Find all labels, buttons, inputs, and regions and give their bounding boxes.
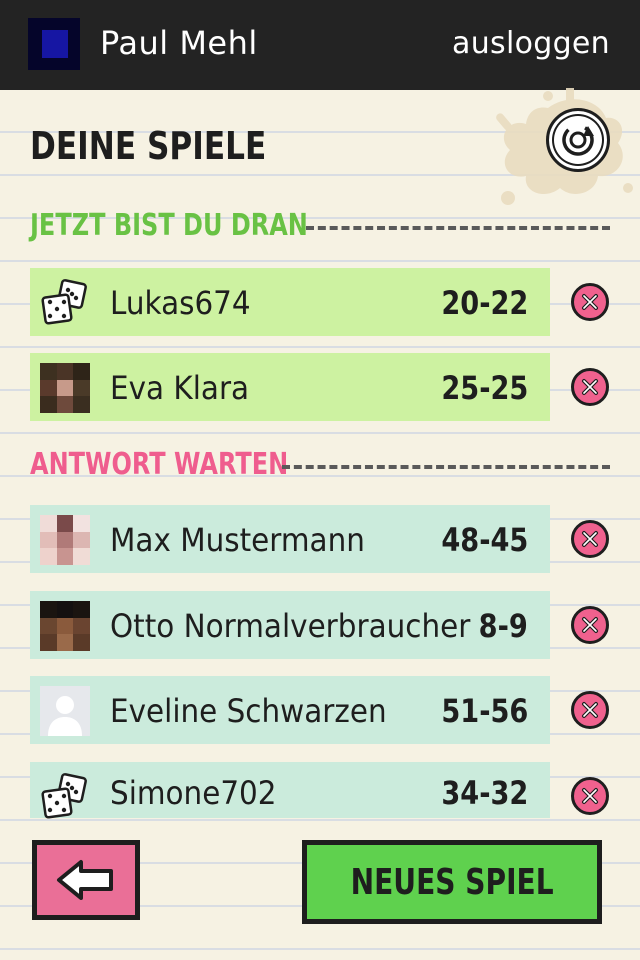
game-row[interactable]: Eveline Schwarzen 51-56 (30, 676, 550, 744)
arrow-left-icon (57, 860, 113, 900)
photo-avatar (40, 601, 90, 651)
photo-avatar (40, 515, 90, 565)
game-score: 8-9 (478, 607, 528, 645)
section-waiting-label: ANTWORT WARTEN (30, 447, 289, 482)
delete-game-button[interactable] (571, 606, 609, 644)
delete-game-button[interactable] (571, 691, 609, 729)
section-your-turn-label: JETZT BIST DU DRAN (30, 208, 308, 243)
section-divider (282, 465, 610, 469)
game-score: 48-45 (441, 521, 528, 559)
delete-game-button[interactable] (571, 777, 609, 815)
opponent-name: Eva Klara (110, 369, 250, 407)
game-score: 20-22 (441, 284, 528, 322)
game-row[interactable]: Otto Normalverbraucher 8-9 (30, 591, 550, 659)
user-avatar[interactable] (28, 18, 80, 70)
opponent-name: Max Mustermann (110, 521, 365, 559)
game-row[interactable]: Lukas674 20-22 (30, 268, 550, 336)
user-name: Paul Mehl (100, 24, 258, 62)
refresh-button[interactable] (546, 108, 610, 172)
game-row[interactable]: Max Mustermann 48-45 (30, 505, 550, 573)
close-icon (582, 617, 598, 633)
top-bar: Paul Mehl ausloggen (0, 0, 640, 90)
opponent-name: Otto Normalverbraucher (110, 607, 471, 645)
refresh-icon (562, 124, 594, 156)
game-score: 34-32 (441, 774, 528, 812)
close-icon (582, 294, 598, 310)
dice-icon (40, 278, 90, 328)
game-score: 51-56 (441, 692, 528, 730)
dice-icon (40, 772, 90, 822)
photo-avatar (40, 363, 90, 413)
opponent-name: Lukas674 (110, 284, 251, 322)
game-row[interactable]: Simone702 34-32 (30, 762, 550, 819)
game-row[interactable]: Eva Klara 25-25 (30, 353, 550, 421)
section-divider (306, 226, 610, 230)
new-game-label: NEUES SPIEL (350, 861, 554, 903)
opponent-name: Simone702 (110, 774, 277, 812)
close-icon (582, 531, 598, 547)
logout-button[interactable]: ausloggen (452, 26, 610, 61)
page-title: DEINE SPIELE (30, 124, 267, 168)
game-score: 25-25 (441, 369, 528, 407)
close-icon (582, 788, 598, 804)
default-user-icon (40, 686, 90, 736)
new-game-button[interactable]: NEUES SPIEL (302, 840, 602, 924)
opponent-name: Eveline Schwarzen (110, 692, 387, 730)
delete-game-button[interactable] (571, 368, 609, 406)
close-icon (582, 379, 598, 395)
back-button[interactable] (32, 840, 140, 920)
delete-game-button[interactable] (571, 283, 609, 321)
close-icon (582, 702, 598, 718)
delete-game-button[interactable] (571, 520, 609, 558)
